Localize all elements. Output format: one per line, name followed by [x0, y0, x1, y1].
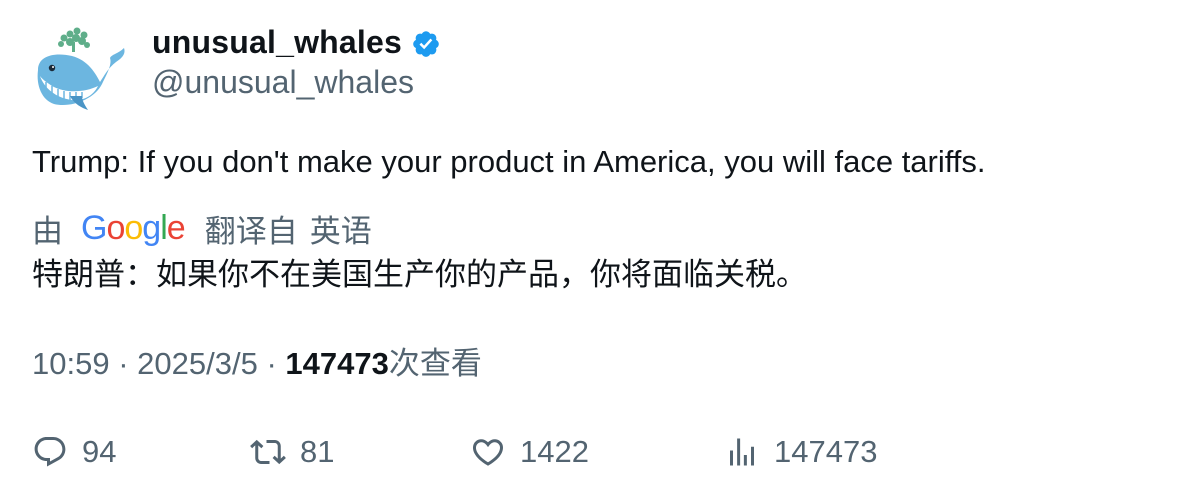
action-bar: 94 81 1422 147473	[0, 428, 1196, 476]
source-language: 英语	[309, 213, 372, 250]
author-block: unusual_whales @unusual_whales	[152, 22, 441, 102]
google-logo: Google	[81, 209, 186, 247]
tweet-time[interactable]: 10:59	[32, 346, 110, 381]
views-count[interactable]: 147473	[285, 346, 388, 381]
tweet-date[interactable]: 2025/3/5	[137, 346, 258, 381]
author-name-row: unusual_whales	[152, 22, 441, 62]
meta-separator: ·	[118, 346, 129, 381]
translated-from-label: 翻译自	[204, 213, 298, 250]
tweet-meta: 10:59 · 2025/3/5 · 147473次查看	[32, 344, 482, 384]
reply-count: 94	[82, 434, 117, 469]
author-avatar[interactable]	[30, 24, 130, 114]
analytics-icon	[730, 438, 754, 466]
views-label: 次查看	[388, 346, 482, 382]
meta-separator: ·	[266, 346, 277, 381]
author-handle[interactable]: @unusual_whales	[152, 62, 441, 102]
like-count: 1422	[520, 434, 589, 469]
tweet-text: Trump: If you don't make your product in…	[32, 144, 986, 179]
reply-button[interactable]: 94	[32, 428, 116, 476]
retweet-count: 81	[300, 434, 335, 469]
views-action-count: 147473	[774, 434, 878, 469]
like-button[interactable]: 1422	[470, 428, 589, 476]
translation-by-label: 由	[32, 213, 63, 250]
translated-text: 特朗普：如果你不在美国生产你的产品，你将面临关税。	[32, 257, 807, 293]
whale-logo-icon	[37, 27, 125, 110]
retweet-icon	[250, 439, 286, 465]
verified-badge-icon[interactable]	[411, 29, 441, 59]
translation-attribution[interactable]: 由 Google 翻译自 英语	[32, 208, 372, 250]
retweet-button[interactable]: 81	[250, 428, 334, 476]
heart-icon	[472, 439, 504, 466]
reply-icon	[34, 437, 66, 467]
author-display-name[interactable]: unusual_whales	[152, 24, 402, 61]
views-button[interactable]: 147473	[724, 428, 877, 476]
